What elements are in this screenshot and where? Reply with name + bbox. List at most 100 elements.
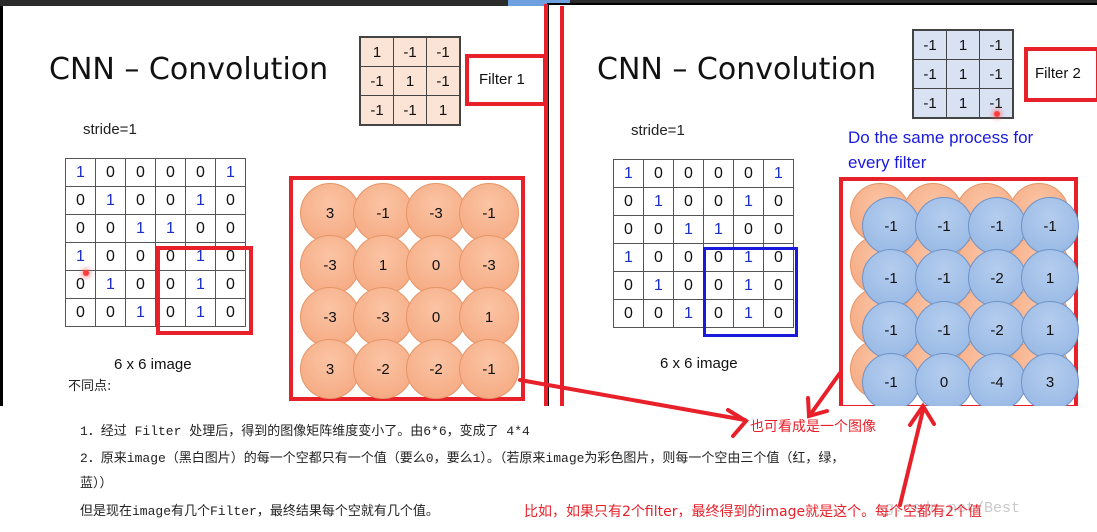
filter-2-value-circle: -2 [968,249,1026,307]
matrix-cell: 0 [763,215,794,244]
matrix-cell: 0 [125,242,156,271]
matrix-cell: 0 [65,214,96,243]
matrix-row: 100001 [613,159,794,188]
feature-value-circle: -3 [353,287,413,347]
matrix-cell: 1 [155,214,186,243]
matrix-cell: 0 [155,186,186,215]
filter-2-value-circle: -1 [862,197,920,255]
annotation-line [560,6,564,406]
filter-cell: -1 [426,66,461,96]
matrix-cell: 0 [155,158,186,187]
matrix-cell: 0 [673,243,704,272]
feature-value-circle: -3 [300,287,360,347]
matrix-cell: 1 [733,187,764,216]
receptive-field-highlight [156,246,253,335]
note-line-1: 1．经过 Filter 处理后，得到的图像矩阵维度变小了。由6*6，变成了 4*… [80,424,530,439]
matrix-cell: 0 [125,186,156,215]
filter-2-value-circle: -1 [915,197,973,255]
matrix-cell: 1 [673,215,704,244]
note-line: Do the same process for [848,128,1034,147]
feature-value-circle: 1 [459,287,519,347]
left-slide: CNN – Convolution 1 -1 -1 -1 1 -1 -1 -1 1 Filt… [0,6,547,406]
image-caption: 6 x 6 image [114,356,192,373]
matrix-cell: 0 [613,271,644,300]
feature-value-circle: -3 [406,183,466,243]
matrix-row: 010010 [65,186,246,215]
matrix-cell: 0 [95,242,126,271]
filter-2-value-circle: 1 [1021,301,1079,359]
feature-value-circle: 3 [300,183,360,243]
matrix-cell: 1 [215,158,246,187]
filter-2-value-circle: 1 [1021,249,1079,307]
matrix-cell: 1 [763,159,794,188]
filter-cell: -1 [979,29,1014,60]
filter-2-value-circle: -1 [862,301,920,359]
note-line-2: 2．原来image（黑白图片）的每一个空都只有一个值（要么0，要么1）。（若原来… [80,451,845,466]
feature-value-circle: -1 [459,339,519,399]
filter-cell: 1 [393,66,427,96]
matrix-cell: 0 [643,243,674,272]
feature-value-circle: -3 [300,235,360,295]
filter-cell: 1 [946,88,980,119]
filter-cell: -1 [912,88,947,119]
matrix-row: 001100 [613,215,794,244]
filter-cell: -1 [393,36,427,67]
filter-2-label: Filter 2 [1035,65,1081,82]
filter-cell: -1 [359,66,394,96]
matrix-row: 010010 [613,187,794,216]
filter-1-label: Filter 1 [479,71,525,88]
notes-heading: 不同点: [68,379,112,394]
matrix-cell: 0 [95,298,126,327]
matrix-cell: 1 [185,186,216,215]
filter-cell: 1 [426,95,461,126]
filter-2-value-circle: -1 [862,353,920,411]
filter-cell: -1 [912,29,947,60]
matrix-cell: 0 [703,187,734,216]
matrix-cell: 0 [643,159,674,188]
filter-cell: 1 [946,29,980,60]
matrix-cell: 0 [763,187,794,216]
matrix-row: 100001 [65,158,246,187]
matrix-cell: 0 [95,158,126,187]
matrix-cell: 1 [643,271,674,300]
stride-label: stride=1 [83,121,137,138]
filter-2-value-circle: -1 [968,197,1026,255]
matrix-cell: 0 [65,298,96,327]
note-line-3: 蓝）） [80,476,113,491]
matrix-cell: 0 [215,214,246,243]
cursor-marker [994,111,1000,117]
matrix-cell: 1 [65,158,96,187]
matrix-cell: 1 [613,243,644,272]
feature-value-circle: -3 [459,235,519,295]
feature-value-circle: -2 [353,339,413,399]
annotation-line [544,4,548,406]
matrix-cell: 0 [65,270,96,299]
matrix-cell: 1 [95,186,126,215]
note-line: every filter [848,153,927,172]
filter-cell: -1 [912,59,947,89]
matrix-cell: 0 [95,214,126,243]
matrix-cell: 0 [613,215,644,244]
filter-cell: -1 [393,95,427,126]
matrix-cell: 0 [613,299,644,328]
matrix-cell: 1 [95,270,126,299]
same-process-note: Do the same process for every filter [848,125,1033,175]
filter-cell: -1 [426,36,461,67]
matrix-cell: 0 [673,159,704,188]
filter-2-matrix: -1 1 -1 -1 1 -1 -1 1 -1 [912,29,1014,119]
matrix-cell: 0 [185,158,216,187]
matrix-cell: 0 [125,270,156,299]
matrix-cell: 0 [733,215,764,244]
matrix-cell: 1 [673,299,704,328]
slide-title: CNN – Convolution [49,52,329,87]
filter-cell: 1 [359,36,394,67]
matrix-cell: 1 [613,159,644,188]
feature-value-circle: -2 [406,339,466,399]
matrix-cell: 0 [185,214,216,243]
feature-value-circle: 1 [353,235,413,295]
cursor-marker [83,270,89,276]
matrix-cell: 1 [125,214,156,243]
filter-2-value-circle: -1 [1021,197,1079,255]
example-annotation: 比如，如果只有2个filter，最终得到的image就是这个。每个空都有2个值 [524,504,982,520]
matrix-cell: 1 [643,187,674,216]
